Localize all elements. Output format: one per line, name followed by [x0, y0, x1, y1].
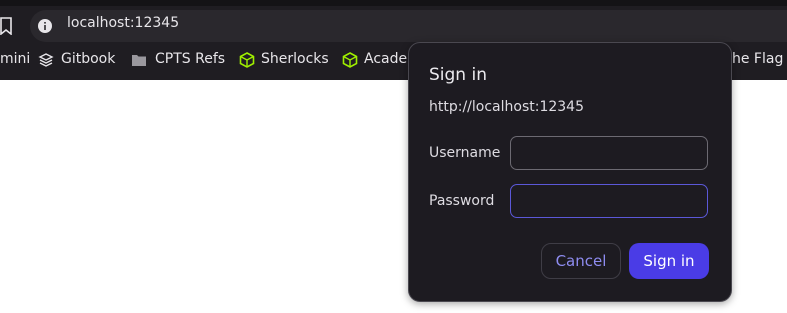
site-info-icon[interactable] — [38, 19, 52, 33]
cancel-button[interactable]: Cancel — [541, 243, 621, 279]
hackthebox-icon — [342, 52, 358, 68]
tab-strip — [0, 0, 787, 6]
url-text[interactable]: localhost:12345 — [67, 15, 179, 31]
username-label: Username — [429, 145, 501, 161]
bookmark-capture-the-flag[interactable]: he Flag — [732, 51, 783, 67]
hackthebox-icon — [239, 52, 255, 68]
dialog-title: Sign in — [429, 65, 487, 85]
bookmark-mini[interactable]: mini — [0, 51, 30, 67]
bookmark-academy[interactable]: Acade — [364, 51, 407, 67]
sign-in-button[interactable]: Sign in — [629, 243, 709, 279]
username-field[interactable] — [510, 136, 708, 170]
bookmark-cpts-refs[interactable]: CPTS Refs — [155, 51, 225, 67]
password-field[interactable] — [510, 184, 708, 218]
folder-icon — [132, 55, 146, 66]
dialog-origin: http://localhost:12345 — [429, 99, 584, 115]
bookmark-sherlocks[interactable]: Sherlocks — [261, 51, 329, 67]
bookmark-gitbook[interactable]: Gitbook — [61, 51, 115, 67]
password-label: Password — [429, 193, 495, 209]
sign-in-dialog: Sign in http://localhost:12345 Username … — [408, 42, 732, 302]
bookmark-icon[interactable] — [0, 17, 12, 35]
gitbook-icon — [38, 53, 54, 67]
